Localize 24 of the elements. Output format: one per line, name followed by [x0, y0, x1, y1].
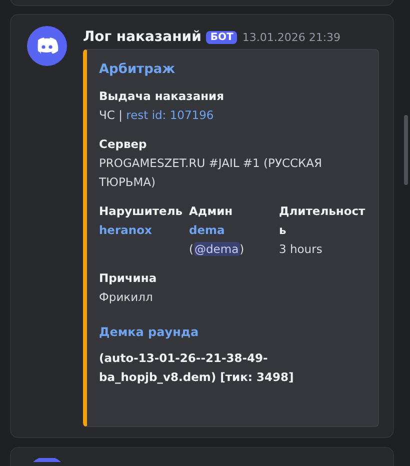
field-label: Причина [99, 270, 158, 287]
field-label: Сервер [99, 136, 148, 153]
scrollbar-thumb[interactable] [404, 115, 408, 185]
field-value: Фрикилл [99, 290, 153, 304]
field-label: Выдача наказания [99, 88, 225, 105]
user-mention[interactable]: @dema [194, 242, 240, 256]
field-value: PROGAMESZET.RU #JAIL #1 (РУССКАЯ ТЮРЬМА) [99, 156, 322, 189]
field-label: Длительность [279, 203, 366, 239]
timestamp: 13.01.2026 21:39 [242, 30, 341, 44]
embed-title[interactable]: Арбитраж [99, 62, 368, 77]
user-link[interactable]: dema [189, 223, 225, 237]
author-name[interactable]: Лог наказаний [83, 29, 202, 45]
demo-file-text: (auto-13-01-26--21-38-49-ba_hopjb_v8.dem) [тик: 3498] [99, 350, 295, 386]
section-title: Демка раунда [99, 325, 200, 339]
bot-tag: БОТ [206, 30, 238, 44]
user-link[interactable]: heranox [99, 223, 152, 237]
bot-avatar-icon[interactable] [27, 26, 67, 66]
field-value: ( [189, 242, 194, 256]
link[interactable]: rest id: 107196 [126, 108, 214, 122]
field-value: ) [240, 242, 244, 256]
field-label: Нарушитель [99, 203, 184, 220]
field-label: Админ [189, 203, 234, 220]
field-value: 3 hours [279, 242, 322, 256]
field-value: ЧС | [99, 108, 124, 122]
